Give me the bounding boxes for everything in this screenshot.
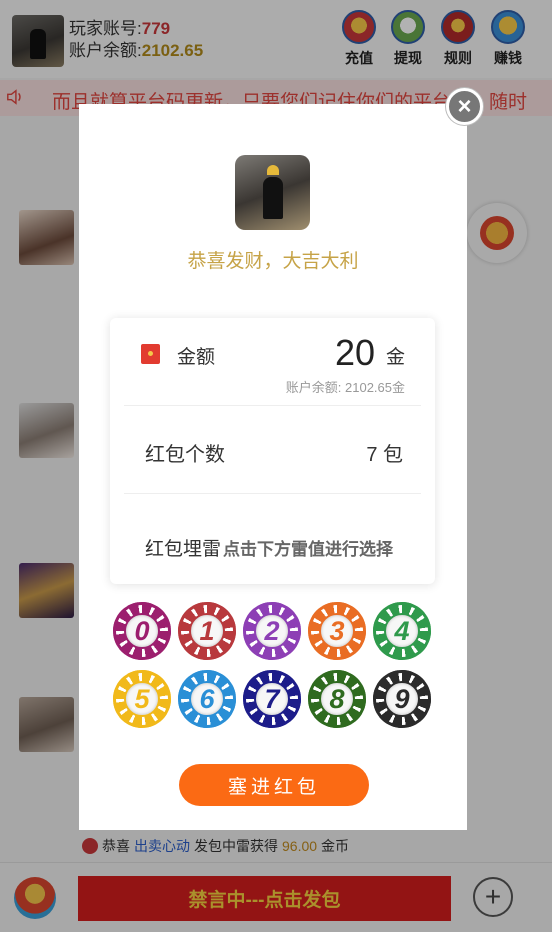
chip-label: 2 bbox=[254, 613, 290, 649]
mine-chip-3[interactable]: 3 bbox=[308, 602, 366, 660]
chip-label: 1 bbox=[189, 613, 225, 649]
chip-label: 5 bbox=[124, 681, 160, 717]
balance-hint: 账户余额: 2102.65金 bbox=[285, 380, 405, 395]
mine-chip-9[interactable]: 9 bbox=[373, 670, 431, 728]
amount-unit: 金 bbox=[385, 347, 405, 368]
modal-avatar bbox=[235, 155, 310, 230]
mine-row: 红包埋雷 点击下方雷值进行选择 bbox=[124, 494, 421, 584]
redpacket-form: 金额 20 金 账户余额: 2102.65金 红包个数 7 包 红包埋雷 点击下方… bbox=[110, 318, 435, 584]
count-label: 红包个数 bbox=[145, 444, 225, 466]
submit-redpacket-button[interactable]: 塞进红包 bbox=[179, 764, 369, 806]
close-modal-button[interactable]: × bbox=[446, 88, 483, 125]
mine-chip-8[interactable]: 8 bbox=[308, 670, 366, 728]
redpacket-modal: 恭喜发财，大吉大利 金额 20 金 账户余额: 2102.65金 红包个数 7 … bbox=[79, 104, 467, 830]
chip-label: 6 bbox=[189, 681, 225, 717]
red-envelope-icon bbox=[141, 344, 160, 364]
mine-label-group: 红包埋雷 点击下方雷值进行选择 bbox=[145, 534, 393, 561]
mine-chip-7[interactable]: 7 bbox=[243, 670, 301, 728]
chip-label: 7 bbox=[254, 681, 290, 717]
count-input[interactable]: 7 包 bbox=[366, 438, 403, 467]
mine-chip-0[interactable]: 0 bbox=[113, 602, 171, 660]
mine-chip-2[interactable]: 2 bbox=[243, 602, 301, 660]
mine-chip-4[interactable]: 4 bbox=[373, 602, 431, 660]
mine-chip-6[interactable]: 6 bbox=[178, 670, 236, 728]
count-row[interactable]: 红包个数 7 包 bbox=[124, 406, 421, 494]
chip-label: 3 bbox=[319, 613, 355, 649]
greeting-text: 恭喜发财，大吉大利 bbox=[187, 251, 359, 272]
chip-label: 9 bbox=[384, 681, 420, 717]
mine-hint: 点击下方雷值进行选择 bbox=[223, 540, 394, 559]
chip-label: 4 bbox=[384, 613, 420, 649]
amount-input[interactable]: 20 bbox=[335, 332, 375, 374]
chip-label: 8 bbox=[319, 681, 355, 717]
mine-chip-1[interactable]: 1 bbox=[178, 602, 236, 660]
mine-label: 红包埋雷 bbox=[145, 539, 222, 560]
chip-label: 0 bbox=[124, 613, 160, 649]
amount-row[interactable]: 金额 20 金 账户余额: 2102.65金 bbox=[124, 318, 421, 406]
mine-chip-5[interactable]: 5 bbox=[113, 670, 171, 728]
amount-label: 金额 bbox=[177, 347, 216, 368]
